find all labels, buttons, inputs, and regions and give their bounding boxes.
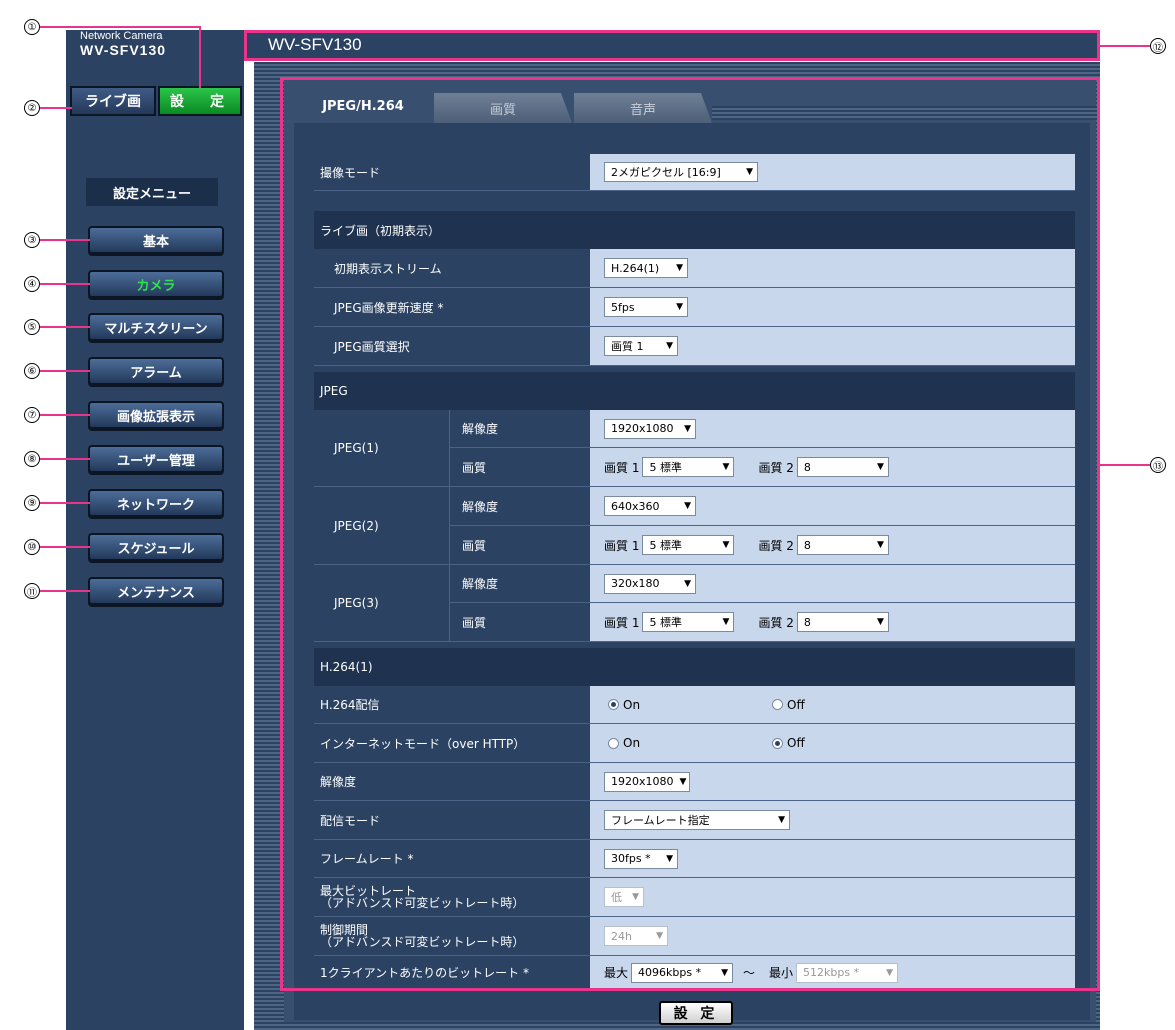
callout-4-line [40,283,90,285]
callout-8-line [40,458,90,460]
callout-7-line [40,414,90,416]
menu-alarm-button[interactable]: アラーム [88,357,224,385]
menu-network-button[interactable]: ネットワーク [88,489,224,517]
header-highlight-frame [244,30,1100,61]
callout-12-line [1100,45,1150,47]
settings-menu-title: 設定メニュー [86,178,218,206]
menu-image-ext-button[interactable]: 画像拡張表示 [88,401,224,429]
callout-2: ② [24,100,40,116]
callout-7: ⑦ [24,407,40,423]
callout-1-line [40,26,200,28]
content-highlight-frame [280,77,1100,991]
callout-6-line [40,370,90,372]
callout-11: ⑪ [24,583,40,599]
callout-1: ① [24,19,40,35]
submit-button[interactable]: 設 定 [659,1001,733,1025]
callout-9-line [40,502,90,504]
menu-camera-button[interactable]: カメラ [88,270,224,298]
callout-12: ⑫ [1150,38,1166,54]
callout-13-line [1100,464,1150,466]
callout-3-line [40,239,90,241]
brand-model: WV-SFV130 [80,42,167,58]
callout-6: ⑥ [24,363,40,379]
live-view-button[interactable]: ライブ画 [70,86,156,116]
callout-5: ⑤ [24,319,40,335]
callout-10-line [40,546,90,548]
menu-user-mng-button[interactable]: ユーザー管理 [88,445,224,473]
brand-line1: Network Camera [80,30,163,42]
settings-button[interactable]: 設 定 [158,86,242,116]
callout-1-vline [199,26,201,88]
callout-4: ④ [24,276,40,292]
menu-maintenance-button[interactable]: メンテナンス [88,577,224,605]
menu-basic-button[interactable]: 基本 [88,226,224,254]
callout-3: ③ [24,232,40,248]
menu-schedule-button[interactable]: スケジュール [88,533,224,561]
callout-9: ⑨ [24,495,40,511]
callout-13: ⑬ [1150,457,1166,473]
callout-2-line [40,107,72,109]
callout-5-line [40,326,90,328]
menu-multiscreen-button[interactable]: マルチスクリーン [88,313,224,341]
callout-8: ⑧ [24,451,40,467]
callout-11-line [40,590,90,592]
callout-10: ⑩ [24,539,40,555]
